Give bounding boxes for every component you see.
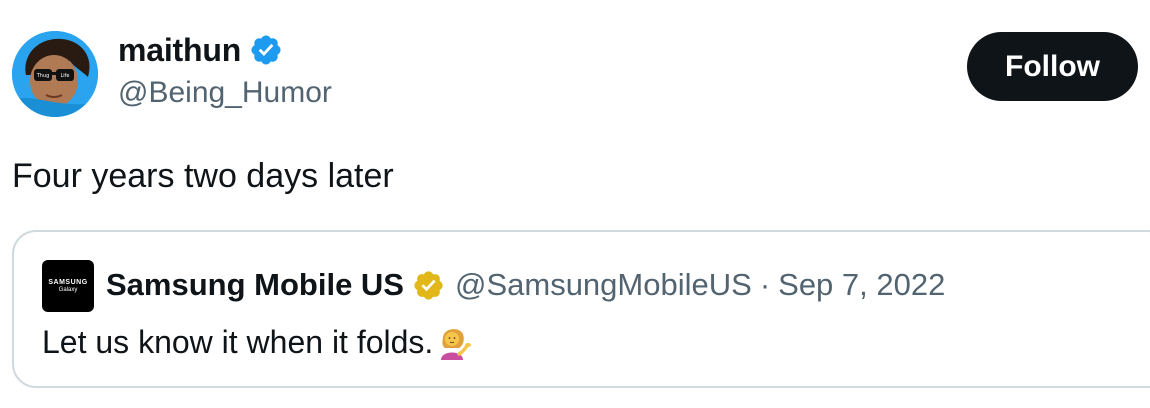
quoted-tweet-date[interactable]: Sep 7, 2022: [778, 267, 945, 303]
avatar-image: Thug Life: [12, 31, 98, 117]
follow-button[interactable]: Follow: [967, 32, 1138, 101]
quoted-tweet-text-row: Let us know it when it folds.: [42, 322, 473, 362]
quoted-tweet-card[interactable]: SAMSUNG Galaxy Samsung Mobile US @Samsun…: [12, 230, 1150, 388]
quoted-avatar-sub: Galaxy: [58, 286, 78, 293]
author-display-name[interactable]: maithun: [118, 32, 241, 69]
header-separator: ·: [759, 267, 771, 302]
svg-text:Thug: Thug: [36, 73, 50, 79]
verified-blue-badge-icon: [249, 33, 283, 67]
svg-text:Life: Life: [60, 73, 69, 79]
author-avatar[interactable]: Thug Life: [12, 31, 98, 117]
quoted-tweet-text: Let us know it when it folds.: [42, 324, 434, 360]
quoted-author-display-name[interactable]: Samsung Mobile US: [106, 267, 404, 303]
verified-gold-badge-icon: [412, 269, 445, 302]
quoted-tweet-header: Samsung Mobile US @SamsungMobileUS · Sep…: [106, 264, 945, 306]
author-handle[interactable]: @Being_Humor: [118, 76, 332, 110]
woman-tipping-hand-emoji-icon: [437, 324, 473, 360]
quoted-author-avatar[interactable]: SAMSUNG Galaxy: [42, 260, 94, 312]
tweet-text: Four years two days later: [12, 157, 394, 195]
quoted-avatar-brand: SAMSUNG: [48, 278, 88, 286]
quoted-author-handle[interactable]: @SamsungMobileUS: [455, 267, 752, 303]
tweet: Thug Life maithun @Being_Humor Follow Fo…: [0, 0, 1150, 408]
author-name-row: maithun: [118, 30, 283, 70]
